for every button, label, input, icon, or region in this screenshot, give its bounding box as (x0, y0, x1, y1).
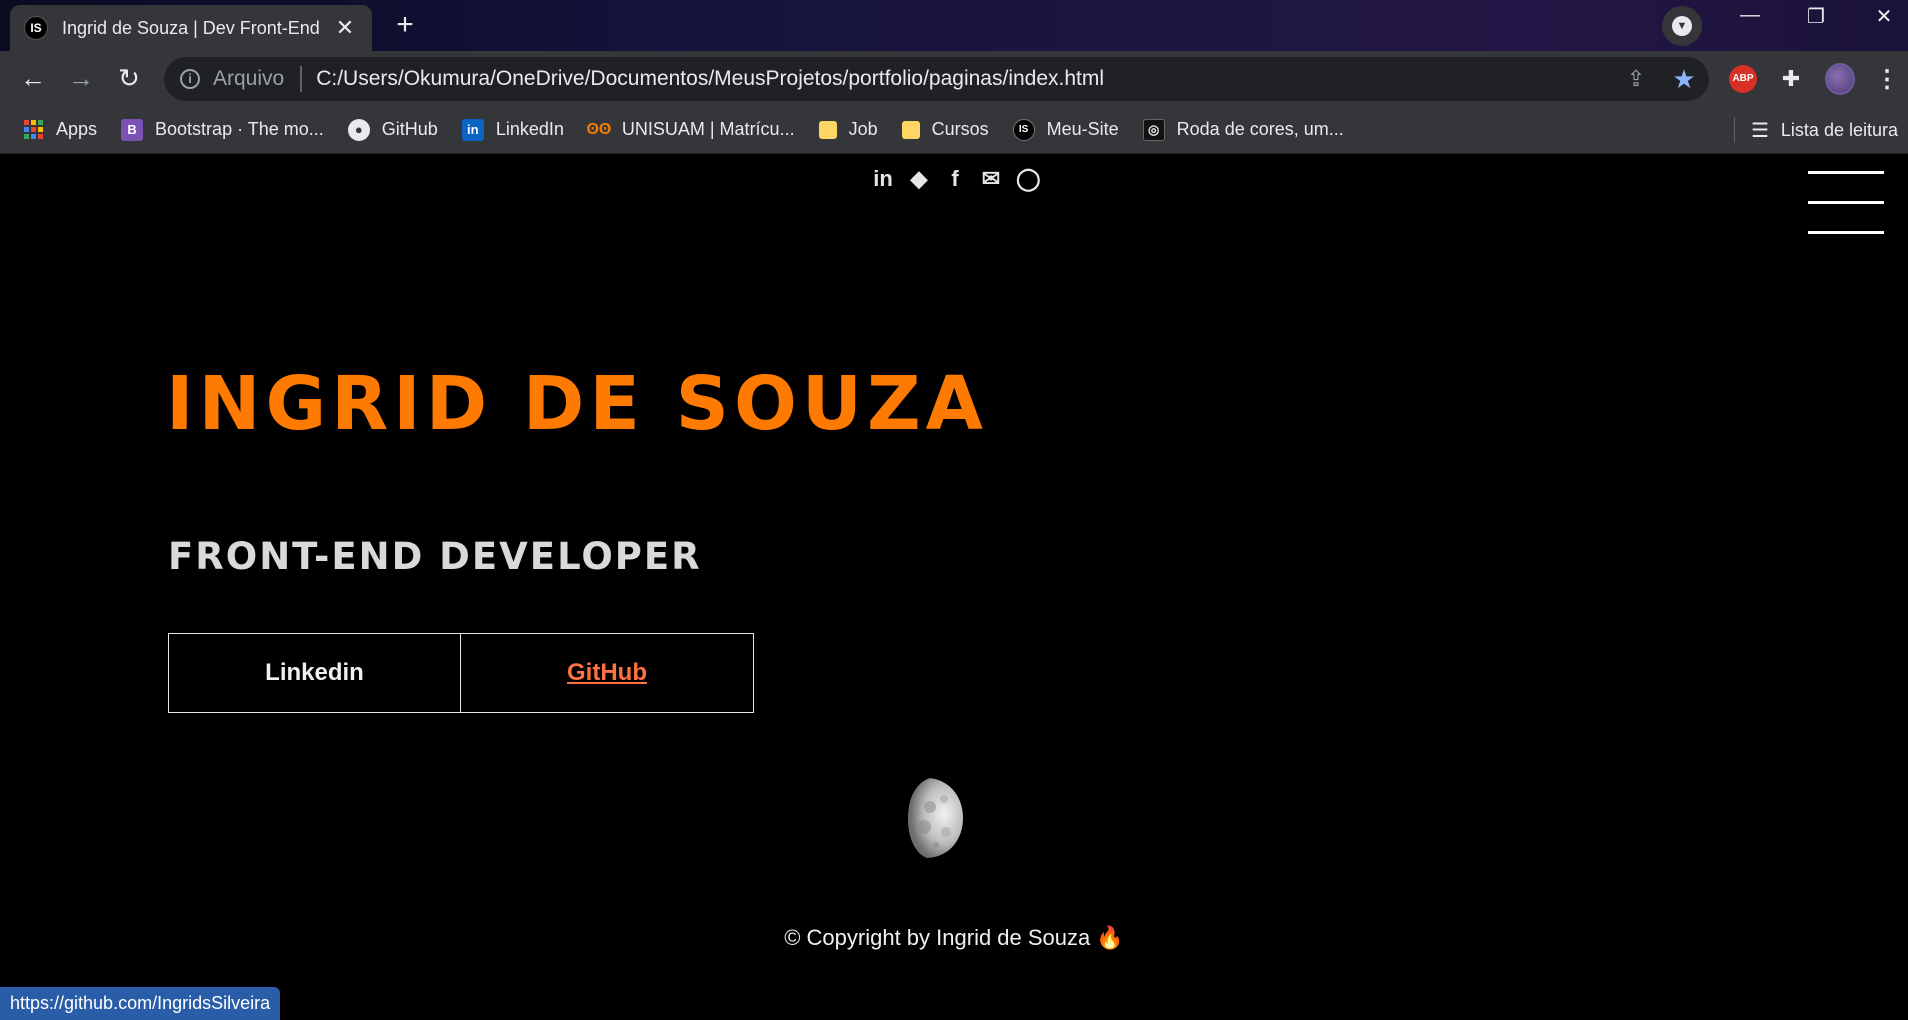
github-icon[interactable]: ◆ (908, 167, 930, 191)
bookmark-apps[interactable]: Apps (22, 119, 97, 141)
bookmark-unisuam[interactable]: ʘʘ UNISUAM | Matrícu... (586, 119, 795, 141)
apps-grid-icon (22, 119, 44, 141)
bookmark-label: LinkedIn (495, 119, 564, 139)
github-button[interactable]: GitHub (461, 633, 754, 713)
scheme-label: Arquivo (213, 67, 285, 90)
bookmark-label: Cursos (931, 119, 989, 139)
new-tab-button[interactable]: + (384, 7, 426, 45)
divider (300, 66, 303, 92)
linkedin-icon[interactable]: in (872, 167, 894, 191)
tab-title: Ingrid de Souza | Dev Front-End (62, 17, 320, 38)
bootstrap-icon: B (121, 118, 144, 141)
bookmarks-bar: Apps B Bootstrap · The mo... ● GitHub in… (0, 106, 1908, 154)
chevron-down-icon: ▼ (1672, 16, 1692, 36)
moon-image (908, 778, 963, 858)
profile-button[interactable] (1825, 63, 1855, 95)
reading-list-label: Lista de leitura (1780, 119, 1898, 140)
adblock-extension[interactable]: ABP (1728, 64, 1758, 94)
bookmark-linkedin[interactable]: in LinkedIn (461, 118, 564, 141)
bookmark-bootstrap[interactable]: B Bootstrap · The mo... (121, 118, 324, 141)
browser-tab[interactable]: IS Ingrid de Souza | Dev Front-End ✕ (10, 5, 372, 51)
bookmark-label: Roda de cores, um... (1176, 119, 1344, 139)
bookmark-job[interactable]: Job (818, 119, 878, 140)
bookmark-github[interactable]: ● GitHub (347, 118, 438, 141)
reload-button[interactable]: ↻ (110, 60, 148, 98)
folder-icon (901, 120, 920, 139)
folder-icon (818, 120, 837, 139)
reading-list-icon: ☰ (1750, 119, 1769, 142)
hamburger-menu-button[interactable] (1808, 163, 1884, 234)
owl-icon: ʘʘ (586, 120, 612, 138)
site-favicon-icon: IS (1012, 118, 1035, 141)
color-wheel-icon: ◎ (1142, 118, 1165, 141)
abp-icon: ABP (1729, 65, 1757, 93)
browser-toolbar: ← → ↻ i Arquivo C:/Users/Okumura/OneDriv… (0, 51, 1908, 106)
share-icon[interactable]: ⇪ (1613, 66, 1659, 92)
page-subtitle: FRONT-END DEVELOPER (168, 535, 702, 578)
bookmark-label: Bootstrap · The mo... (155, 119, 324, 139)
tab-close-icon[interactable]: ✕ (332, 15, 358, 41)
minimize-button[interactable]: — (1730, 4, 1770, 27)
bookmark-roda-de-cores[interactable]: ◎ Roda de cores, um... (1142, 118, 1344, 141)
avatar (1825, 63, 1855, 95)
bookmark-meu-site[interactable]: IS Meu-Site (1012, 118, 1119, 141)
restore-button[interactable]: ❐ (1796, 4, 1836, 29)
whatsapp-icon[interactable]: ◯ (1016, 167, 1041, 191)
puzzle-icon: ✚ (1781, 66, 1801, 91)
divider (1733, 117, 1735, 143)
github-icon: ● (347, 118, 370, 141)
close-window-button[interactable]: ✕ (1864, 4, 1904, 29)
copyright-text: © Copyright by Ingrid de Souza 🔥 (784, 925, 1124, 950)
bookmark-star-icon[interactable]: ★ (1659, 64, 1709, 95)
profile-buttons: Linkedin GitHub (168, 633, 754, 713)
page-content: in ◆ f ✉ ◯ INGRID DE SOUZA FRONT-END DEV… (0, 155, 1908, 1020)
linkedin-button[interactable]: Linkedin (168, 633, 461, 713)
bookmark-cursos[interactable]: Cursos (901, 119, 989, 140)
address-bar[interactable]: i Arquivo C:/Users/Okumura/OneDrive/Docu… (164, 57, 1709, 101)
info-icon[interactable]: i (180, 69, 200, 89)
bookmark-label: Apps (56, 119, 98, 139)
browser-title-bar: IS Ingrid de Souza | Dev Front-End ✕ + ▼… (0, 0, 1908, 51)
tab-favicon: IS (24, 16, 48, 40)
more-vert-icon: ⋮ (1875, 65, 1899, 93)
extensions-button[interactable]: ✚ (1776, 64, 1806, 94)
status-bar-url: https://github.com/IngridsSilveira (0, 987, 281, 1020)
bookmark-label: UNISUAM | Matrícu... (621, 119, 795, 139)
tab-search-button[interactable]: ▼ (1662, 6, 1702, 46)
social-links: in ◆ f ✉ ◯ (872, 167, 1041, 191)
back-button[interactable]: ← (14, 60, 52, 98)
url-text[interactable]: C:/Users/Okumura/OneDrive/Documentos/Meu… (316, 67, 1104, 91)
bookmark-label: GitHub (381, 119, 438, 139)
reading-list-button[interactable]: ☰ Lista de leitura (1733, 106, 1898, 154)
page-title: INGRID DE SOUZA (166, 361, 988, 447)
email-icon[interactable]: ✉ (980, 167, 1002, 191)
facebook-icon[interactable]: f (944, 167, 966, 191)
forward-button[interactable]: → (62, 60, 100, 98)
bookmark-label: Job (848, 119, 878, 139)
bookmark-label: Meu-Site (1046, 119, 1119, 139)
linkedin-icon: in (461, 118, 484, 141)
browser-menu-button[interactable]: ⋮ (1872, 64, 1902, 94)
